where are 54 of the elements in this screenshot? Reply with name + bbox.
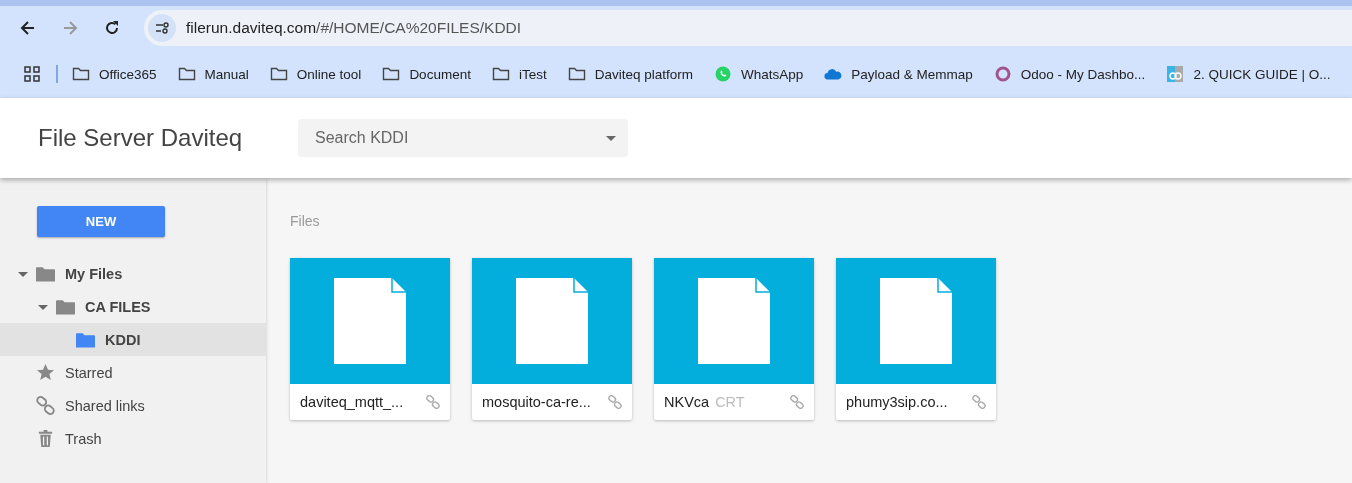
dropdown-caret-icon[interactable] bbox=[606, 136, 616, 141]
file-name: phumy3sip.co... bbox=[846, 394, 948, 410]
folder-icon bbox=[72, 66, 90, 82]
file-card[interactable]: mosquito-ca-re... bbox=[472, 258, 632, 420]
file-name: daviteq_mqtt_... bbox=[300, 394, 404, 410]
folder-tree-item[interactable]: My Files bbox=[0, 257, 266, 290]
bookmark[interactable]: 2. QUICK GUIDE | O... bbox=[1166, 66, 1331, 82]
folder-tree-item[interactable]: CA FILES bbox=[0, 290, 266, 323]
document-icon bbox=[334, 278, 406, 364]
file-name: mosquito-ca-re... bbox=[482, 394, 591, 410]
trash-icon bbox=[36, 429, 55, 448]
bookmark[interactable]: Manual bbox=[177, 66, 249, 82]
sidebar-item[interactable]: Starred bbox=[0, 356, 266, 389]
folder-icon bbox=[36, 265, 55, 282]
file-card[interactable]: phumy3sip.co... bbox=[836, 258, 996, 420]
file-card[interactable]: NKVca CRT bbox=[654, 258, 814, 420]
document-icon bbox=[698, 278, 770, 364]
folder-icon bbox=[56, 298, 75, 315]
file-card[interactable]: daviteq_mqtt_... bbox=[290, 258, 450, 420]
bookmark[interactable]: Document bbox=[382, 66, 471, 82]
site-logo-icon bbox=[1166, 66, 1185, 82]
star-icon bbox=[36, 363, 55, 382]
link-icon bbox=[36, 396, 55, 415]
new-button[interactable]: NEW bbox=[37, 206, 165, 237]
bookmark[interactable]: Online tool bbox=[269, 66, 362, 82]
search-field[interactable]: Search KDDI bbox=[298, 119, 628, 157]
document-icon bbox=[516, 278, 588, 364]
file-extension: CRT bbox=[715, 394, 745, 410]
site-settings-icon[interactable] bbox=[148, 14, 176, 42]
bookmark[interactable]: WhatsApp bbox=[713, 66, 804, 82]
folder-icon bbox=[567, 66, 586, 82]
document-icon bbox=[880, 278, 952, 364]
ring-icon bbox=[993, 66, 1012, 82]
file-name: NKVca bbox=[664, 394, 710, 410]
sidebar-item[interactable]: Trash bbox=[0, 422, 266, 455]
folder-tree-item[interactable]: KDDI bbox=[0, 323, 266, 356]
folder-icon bbox=[382, 66, 401, 82]
app-title: File Server Daviteq bbox=[38, 124, 244, 152]
bookmark[interactable]: Daviteq platform bbox=[567, 66, 693, 82]
cloud-icon bbox=[824, 66, 843, 82]
bookmark[interactable]: Payload & Memmap bbox=[824, 66, 973, 82]
bookmark[interactable]: iTest bbox=[491, 66, 547, 82]
url-text: filerun.daviteq.com/#/HOME/CA%20FILES/KDDI bbox=[186, 19, 522, 37]
section-title: Files bbox=[290, 213, 320, 229]
address-bar[interactable]: filerun.daviteq.com/#/HOME/CA%20FILES/KDDI bbox=[144, 10, 1352, 46]
bookmark[interactable]: Odoo - My Dashbo... bbox=[993, 66, 1146, 82]
sidebar-item[interactable]: Shared links bbox=[0, 389, 266, 422]
folder-icon bbox=[269, 66, 288, 82]
chat-bubble-icon bbox=[713, 66, 732, 82]
bookmark[interactable]: Office365 bbox=[72, 66, 157, 82]
apps-grid-icon[interactable] bbox=[24, 66, 40, 82]
folder-icon bbox=[76, 331, 95, 348]
folder-icon bbox=[491, 66, 510, 82]
folder-icon bbox=[177, 66, 196, 82]
